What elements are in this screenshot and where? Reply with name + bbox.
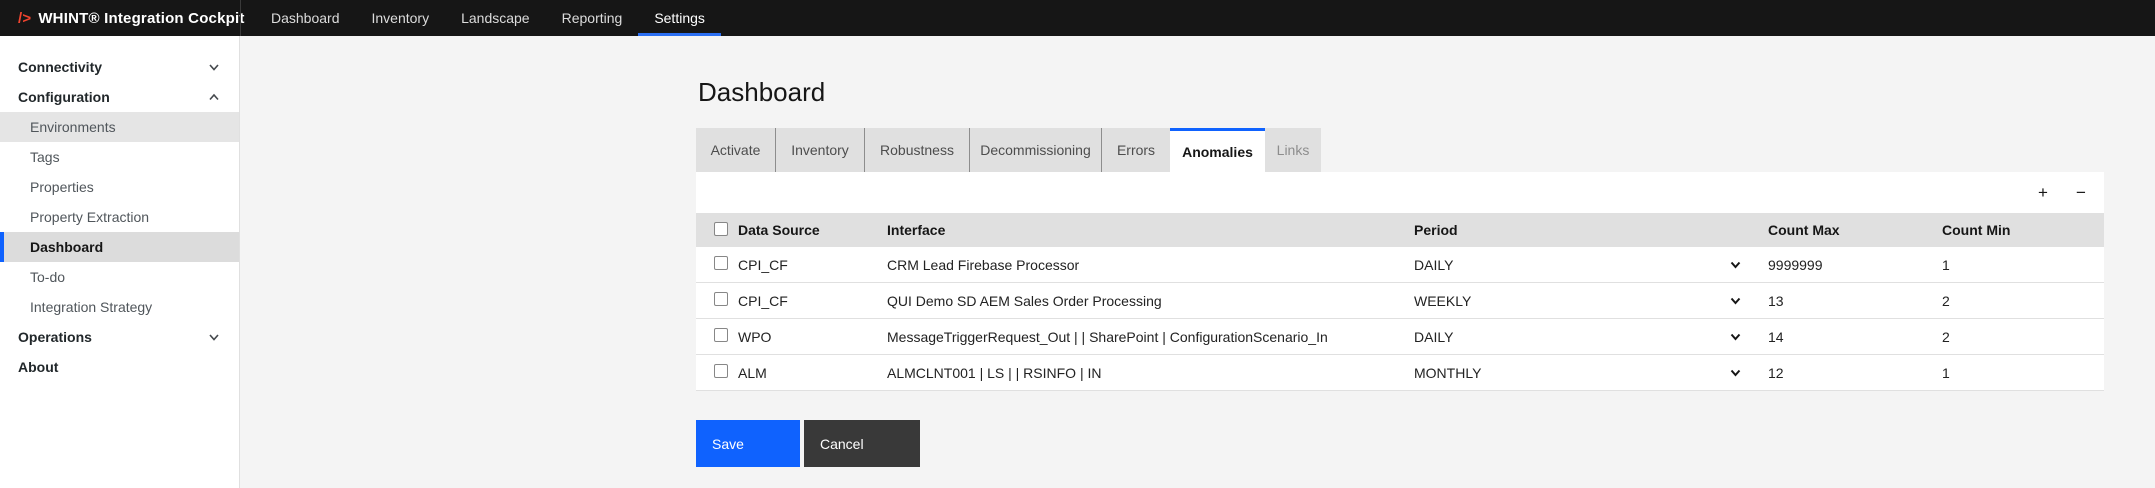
column-header-count-max: Count Max — [1768, 222, 1942, 238]
period-select[interactable]: DAILY — [1414, 329, 1768, 345]
table-row: ALM ALMCLNT001 | LS | | RSINFO | IN MONT… — [696, 355, 2104, 391]
cell-count-min[interactable]: 1 — [1942, 257, 2104, 273]
sidebar-item-label: Configuration — [18, 89, 110, 105]
sidebar-item-integration-strategy[interactable]: Integration Strategy — [0, 292, 239, 322]
sidebar-item-properties[interactable]: Properties — [0, 172, 239, 202]
top-navigation: Dashboard Inventory Landscape Reporting … — [255, 0, 721, 36]
cell-count-max[interactable]: 12 — [1768, 365, 1942, 381]
topnav-item-settings[interactable]: Settings — [638, 0, 721, 36]
cell-interface: ALMCLNT001 | LS | | RSINFO | IN — [887, 365, 1414, 381]
topbar-divider — [240, 0, 241, 36]
app-title: WHINT® Integration Cockpit — [38, 10, 244, 27]
cell-count-min[interactable]: 1 — [1942, 365, 2104, 381]
sidebar-item-connectivity[interactable]: Connectivity — [0, 52, 239, 82]
tab-activate[interactable]: Activate — [696, 128, 775, 172]
page-title: Dashboard — [698, 78, 825, 106]
column-header-interface: Interface — [887, 222, 1414, 238]
cell-data-source: WPO — [738, 329, 887, 345]
select-all-checkbox[interactable] — [714, 222, 728, 236]
tab-inventory[interactable]: Inventory — [775, 128, 864, 172]
save-button[interactable]: Save — [696, 420, 800, 467]
topnav-item-landscape[interactable]: Landscape — [445, 0, 546, 36]
chevron-down-icon — [1729, 330, 1742, 343]
table-row: WPO MessageTriggerRequest_Out | | ShareP… — [696, 319, 2104, 355]
cell-interface: MessageTriggerRequest_Out | | SharePoint… — [887, 329, 1414, 345]
sidebar-item-operations[interactable]: Operations — [0, 322, 239, 352]
row-checkbox[interactable] — [714, 256, 728, 270]
chevron-down-icon — [208, 331, 220, 343]
tab-bar: Activate Inventory Robustness Decommissi… — [696, 128, 1321, 172]
chevron-down-icon — [1729, 258, 1742, 271]
column-header-count-min: Count Min — [1942, 222, 2104, 238]
cell-interface: QUI Demo SD AEM Sales Order Processing — [887, 293, 1414, 309]
cell-data-source: CPI_CF — [738, 293, 887, 309]
sidebar-item-label: Dashboard — [30, 239, 103, 255]
sidebar-item-label: Integration Strategy — [30, 299, 152, 315]
sidebar-item-dashboard[interactable]: Dashboard — [0, 232, 239, 262]
sidebar-item-about[interactable]: About — [0, 352, 239, 382]
sidebar: Connectivity Configuration Environments … — [0, 36, 240, 488]
tab-errors[interactable]: Errors — [1101, 128, 1170, 172]
cell-count-max[interactable]: 13 — [1768, 293, 1942, 309]
app-logo[interactable]: /> WHINT® Integration Cockpit — [18, 0, 245, 36]
row-checkbox[interactable] — [714, 364, 728, 378]
period-select[interactable]: WEEKLY — [1414, 293, 1768, 309]
topnav-item-dashboard[interactable]: Dashboard — [255, 0, 356, 36]
sidebar-item-label: To-do — [30, 269, 65, 285]
sidebar-item-label: Connectivity — [18, 59, 102, 75]
topnav-item-reporting[interactable]: Reporting — [546, 0, 639, 36]
sidebar-item-label: Environments — [30, 119, 116, 135]
sidebar-item-property-extraction[interactable]: Property Extraction — [0, 202, 239, 232]
cell-data-source: ALM — [738, 365, 887, 381]
remove-row-button[interactable]: − — [2070, 182, 2092, 204]
tab-decommissioning[interactable]: Decommissioning — [969, 128, 1101, 172]
table-row: CPI_CF QUI Demo SD AEM Sales Order Proce… — [696, 283, 2104, 319]
sidebar-item-label: Operations — [18, 329, 92, 345]
chevron-down-icon — [1729, 294, 1742, 307]
topnav-item-inventory[interactable]: Inventory — [356, 0, 446, 36]
cell-data-source: CPI_CF — [738, 257, 887, 273]
sidebar-item-to-do[interactable]: To-do — [0, 262, 239, 292]
anomalies-table-panel: + − Data Source Interface Period Count M… — [696, 172, 2104, 391]
table-header-row: Data Source Interface Period Count Max C… — [696, 213, 2104, 247]
add-row-button[interactable]: + — [2032, 182, 2054, 204]
form-actions: Save Cancel — [696, 420, 920, 467]
main-content: Dashboard Activate Inventory Robustness … — [240, 36, 2155, 488]
cell-count-min[interactable]: 2 — [1942, 329, 2104, 345]
column-header-period: Period — [1414, 222, 1768, 238]
column-header-data-source: Data Source — [738, 222, 887, 238]
chevron-down-icon — [1729, 366, 1742, 379]
sidebar-item-label: About — [18, 359, 58, 375]
tab-anomalies[interactable]: Anomalies — [1170, 128, 1265, 172]
row-checkbox[interactable] — [714, 328, 728, 342]
table-toolbar: + − — [696, 172, 2104, 213]
tab-robustness[interactable]: Robustness — [864, 128, 969, 172]
cancel-button[interactable]: Cancel — [804, 420, 920, 467]
tab-links[interactable]: Links — [1265, 128, 1321, 172]
sidebar-item-tags[interactable]: Tags — [0, 142, 239, 172]
sidebar-item-label: Properties — [30, 179, 94, 195]
sidebar-item-configuration[interactable]: Configuration — [0, 82, 239, 112]
chevron-up-icon — [208, 91, 220, 103]
cell-interface: CRM Lead Firebase Processor — [887, 257, 1414, 273]
period-value: MONTHLY — [1414, 365, 1481, 381]
cell-count-max[interactable]: 9999999 — [1768, 257, 1942, 273]
chevron-down-icon — [208, 61, 220, 73]
period-select[interactable]: MONTHLY — [1414, 365, 1768, 381]
sidebar-item-label: Tags — [30, 149, 60, 165]
period-select[interactable]: DAILY — [1414, 257, 1768, 273]
row-checkbox[interactable] — [714, 292, 728, 306]
table-row: CPI_CF CRM Lead Firebase Processor DAILY… — [696, 247, 2104, 283]
cell-count-min[interactable]: 2 — [1942, 293, 2104, 309]
period-value: DAILY — [1414, 329, 1453, 345]
sidebar-item-label: Property Extraction — [30, 209, 149, 225]
period-value: DAILY — [1414, 257, 1453, 273]
period-value: WEEKLY — [1414, 293, 1471, 309]
sidebar-item-environments[interactable]: Environments — [0, 112, 239, 142]
cell-count-max[interactable]: 14 — [1768, 329, 1942, 345]
topbar: /> WHINT® Integration Cockpit Dashboard … — [0, 0, 2155, 36]
logo-code-icon: /> — [18, 10, 31, 27]
